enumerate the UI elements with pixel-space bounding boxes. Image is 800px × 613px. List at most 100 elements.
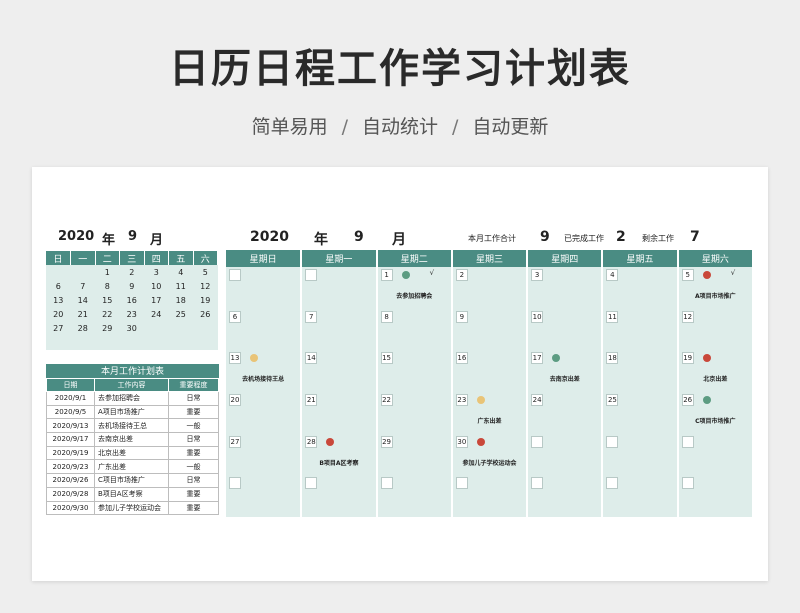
day-number-box[interactable]: [531, 477, 544, 490]
main-month[interactable]: 9: [354, 229, 364, 245]
day-number-box[interactable]: 5: [681, 269, 694, 281]
calendar-day-cell[interactable]: 19 北京出差: [677, 350, 755, 392]
mini-day-cell[interactable]: [95, 336, 120, 350]
mini-day-cell[interactable]: 4: [169, 265, 194, 279]
mini-day-cell[interactable]: 17: [144, 293, 169, 307]
day-number-box[interactable]: 27: [229, 435, 241, 448]
day-number-box[interactable]: 4: [606, 269, 619, 281]
day-number-box[interactable]: 29: [380, 435, 393, 448]
day-number-box[interactable]: [606, 477, 619, 490]
calendar-day-cell[interactable]: 21: [301, 391, 378, 434]
day-number-box[interactable]: 13: [229, 352, 241, 365]
day-number-box[interactable]: 21: [305, 393, 318, 406]
mini-day-cell[interactable]: [193, 322, 218, 336]
mini-day-cell[interactable]: [169, 336, 194, 350]
calendar-day-cell[interactable]: 27: [226, 433, 303, 476]
day-number-box[interactable]: 18: [606, 352, 619, 365]
task-priority-cell[interactable]: 日常: [168, 473, 219, 488]
calendar-day-cell[interactable]: 17 去南京出差: [527, 350, 604, 392]
mini-day-cell[interactable]: 21: [71, 307, 96, 321]
mini-day-cell[interactable]: 25: [169, 307, 194, 321]
calendar-day-cell[interactable]: [301, 267, 378, 309]
mini-day-cell[interactable]: 23: [120, 307, 145, 321]
task-priority-cell[interactable]: 日常: [168, 432, 219, 447]
task-date-cell[interactable]: 2020/9/26: [46, 473, 95, 488]
calendar-day-cell[interactable]: 15: [376, 350, 453, 392]
mini-day-cell[interactable]: 16: [120, 293, 145, 307]
calendar-day-cell[interactable]: 13 去机场接待王总: [226, 350, 303, 392]
task-priority-cell[interactable]: 重要: [168, 500, 219, 516]
mini-day-cell[interactable]: 11: [169, 279, 194, 293]
day-number-box[interactable]: 16: [455, 352, 468, 365]
mini-day-cell[interactable]: 2: [120, 265, 145, 279]
calendar-day-cell[interactable]: 18: [602, 350, 679, 392]
calendar-day-cell[interactable]: [226, 267, 303, 309]
calendar-day-cell[interactable]: 7: [301, 308, 378, 351]
task-content-cell[interactable]: 参加儿子学校运动会: [94, 500, 169, 516]
day-number-box[interactable]: 17: [531, 352, 544, 365]
task-priority-cell[interactable]: 重要: [168, 486, 219, 502]
calendar-day-cell[interactable]: 23 广东出差: [451, 391, 529, 434]
calendar-day-cell[interactable]: [226, 475, 303, 517]
day-number-box[interactable]: 22: [380, 393, 393, 406]
task-content-cell[interactable]: A项目市场推广: [94, 404, 169, 420]
calendar-day-cell[interactable]: 3: [527, 267, 604, 309]
calendar-day-cell[interactable]: 25: [602, 391, 679, 434]
day-number-box[interactable]: 19: [681, 352, 694, 365]
mini-day-cell[interactable]: [144, 322, 169, 336]
mini-day-cell[interactable]: 18: [169, 293, 194, 307]
task-date-cell[interactable]: 2020/9/5: [46, 404, 95, 420]
calendar-day-cell[interactable]: 16: [451, 350, 529, 392]
mini-day-cell[interactable]: [46, 265, 71, 279]
calendar-day-cell[interactable]: 30 参加儿子学校运动会: [451, 433, 529, 476]
mini-day-cell[interactable]: 9: [120, 279, 145, 293]
calendar-day-cell[interactable]: 12: [677, 308, 755, 351]
calendar-day-cell[interactable]: 26 C项目市场推广: [677, 391, 755, 434]
day-number-box[interactable]: 2: [455, 269, 468, 281]
mini-day-cell[interactable]: 15: [95, 293, 120, 307]
task-priority-cell[interactable]: 重要: [168, 445, 219, 461]
task-content-cell[interactable]: B项目A区考察: [94, 486, 169, 502]
day-number-box[interactable]: 1: [380, 269, 393, 281]
mini-day-cell[interactable]: 7: [71, 279, 96, 293]
mini-day-cell[interactable]: [144, 336, 169, 350]
task-priority-cell[interactable]: 重要: [168, 404, 219, 420]
day-number-box[interactable]: 23: [455, 393, 468, 406]
calendar-day-cell[interactable]: 22: [376, 391, 453, 434]
mini-year[interactable]: 2020: [58, 229, 94, 244]
mini-day-cell[interactable]: 12: [193, 279, 218, 293]
day-number-box[interactable]: 7: [305, 310, 318, 323]
calendar-day-cell[interactable]: [677, 475, 755, 517]
day-number-box[interactable]: 24: [531, 393, 544, 406]
calendar-day-cell[interactable]: 5 √ A项目市场推广: [677, 267, 755, 309]
day-number-box[interactable]: [380, 477, 393, 490]
day-number-box[interactable]: 8: [380, 310, 393, 323]
mini-month[interactable]: 9: [128, 229, 137, 244]
day-number-box[interactable]: 28: [305, 435, 318, 448]
calendar-day-cell[interactable]: 24: [527, 391, 604, 434]
mini-day-cell[interactable]: 19: [193, 293, 218, 307]
mini-day-cell[interactable]: [46, 336, 71, 350]
mini-day-cell[interactable]: 10: [144, 279, 169, 293]
mini-day-cell[interactable]: 26: [193, 307, 218, 321]
calendar-day-cell[interactable]: 20: [226, 391, 303, 434]
mini-day-cell[interactable]: 5: [193, 265, 218, 279]
calendar-day-cell[interactable]: [527, 475, 604, 517]
mini-day-cell[interactable]: [71, 336, 96, 350]
mini-day-cell[interactable]: [169, 322, 194, 336]
task-date-cell[interactable]: 2020/9/30: [46, 500, 95, 516]
calendar-day-cell[interactable]: [527, 433, 604, 476]
calendar-day-cell[interactable]: 4: [602, 267, 679, 309]
day-number-box[interactable]: [531, 435, 544, 448]
day-number-box[interactable]: [305, 477, 318, 490]
task-content-cell[interactable]: 去参加招聘会: [94, 391, 169, 406]
task-date-cell[interactable]: 2020/9/17: [46, 432, 95, 447]
day-number-box[interactable]: 12: [681, 310, 694, 323]
mini-day-cell[interactable]: 13: [46, 293, 71, 307]
task-content-cell[interactable]: 广东出差: [94, 459, 169, 475]
calendar-day-cell[interactable]: [677, 433, 755, 476]
calendar-day-cell[interactable]: 1 √ 去参加招聘会: [376, 267, 453, 309]
day-number-box[interactable]: [229, 269, 241, 281]
task-date-cell[interactable]: 2020/9/28: [46, 486, 95, 502]
day-number-box[interactable]: [681, 435, 694, 448]
